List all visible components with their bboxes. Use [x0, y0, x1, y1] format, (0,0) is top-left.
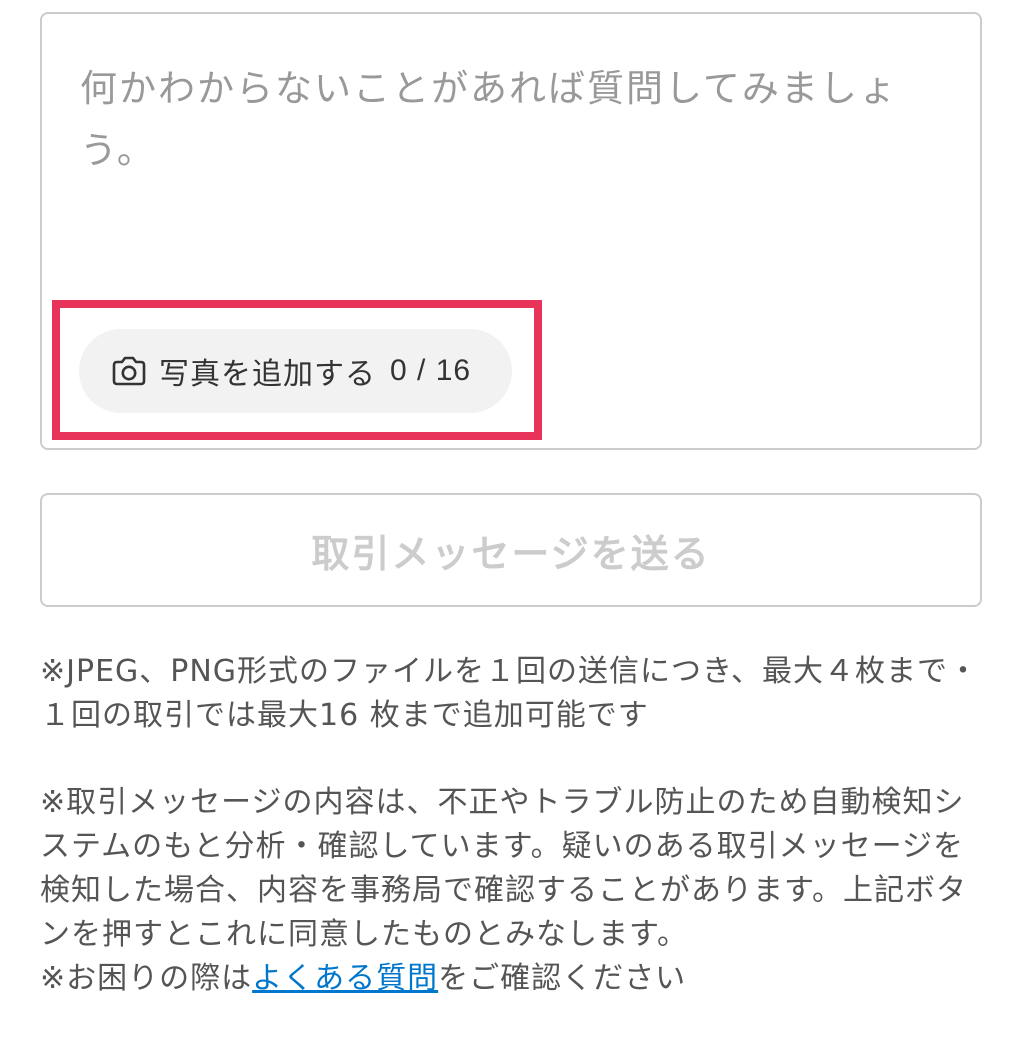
- help-suffix: をご確認ください: [438, 961, 687, 996]
- attachment-rules-note: ※JPEG、PNG形式のファイルを１回の送信につき、最大４枚まで・１回の取引では…: [40, 654, 979, 733]
- faq-link[interactable]: よくある質問: [252, 961, 438, 996]
- photo-count: 0 / 16: [390, 354, 472, 387]
- monitoring-note: ※取引メッセージの内容は、不正やトラブル防止のため自動検知システムのもと分析・確…: [40, 785, 967, 952]
- help-prefix: ※お困りの際は: [40, 961, 253, 996]
- send-message-button[interactable]: 取引メッセージを送る: [40, 493, 982, 607]
- add-photo-button[interactable]: 写真を追加する 0 / 16: [79, 329, 512, 413]
- help-note: ※お困りの際はよくある質問をご確認ください: [40, 957, 984, 1001]
- message-input[interactable]: [42, 14, 980, 284]
- camera-icon: [111, 356, 147, 386]
- add-photo-label: 写真を追加する: [159, 358, 376, 391]
- notes-section: ※JPEG、PNG形式のファイルを１回の送信につき、最大４枚まで・１回の取引では…: [40, 650, 984, 1001]
